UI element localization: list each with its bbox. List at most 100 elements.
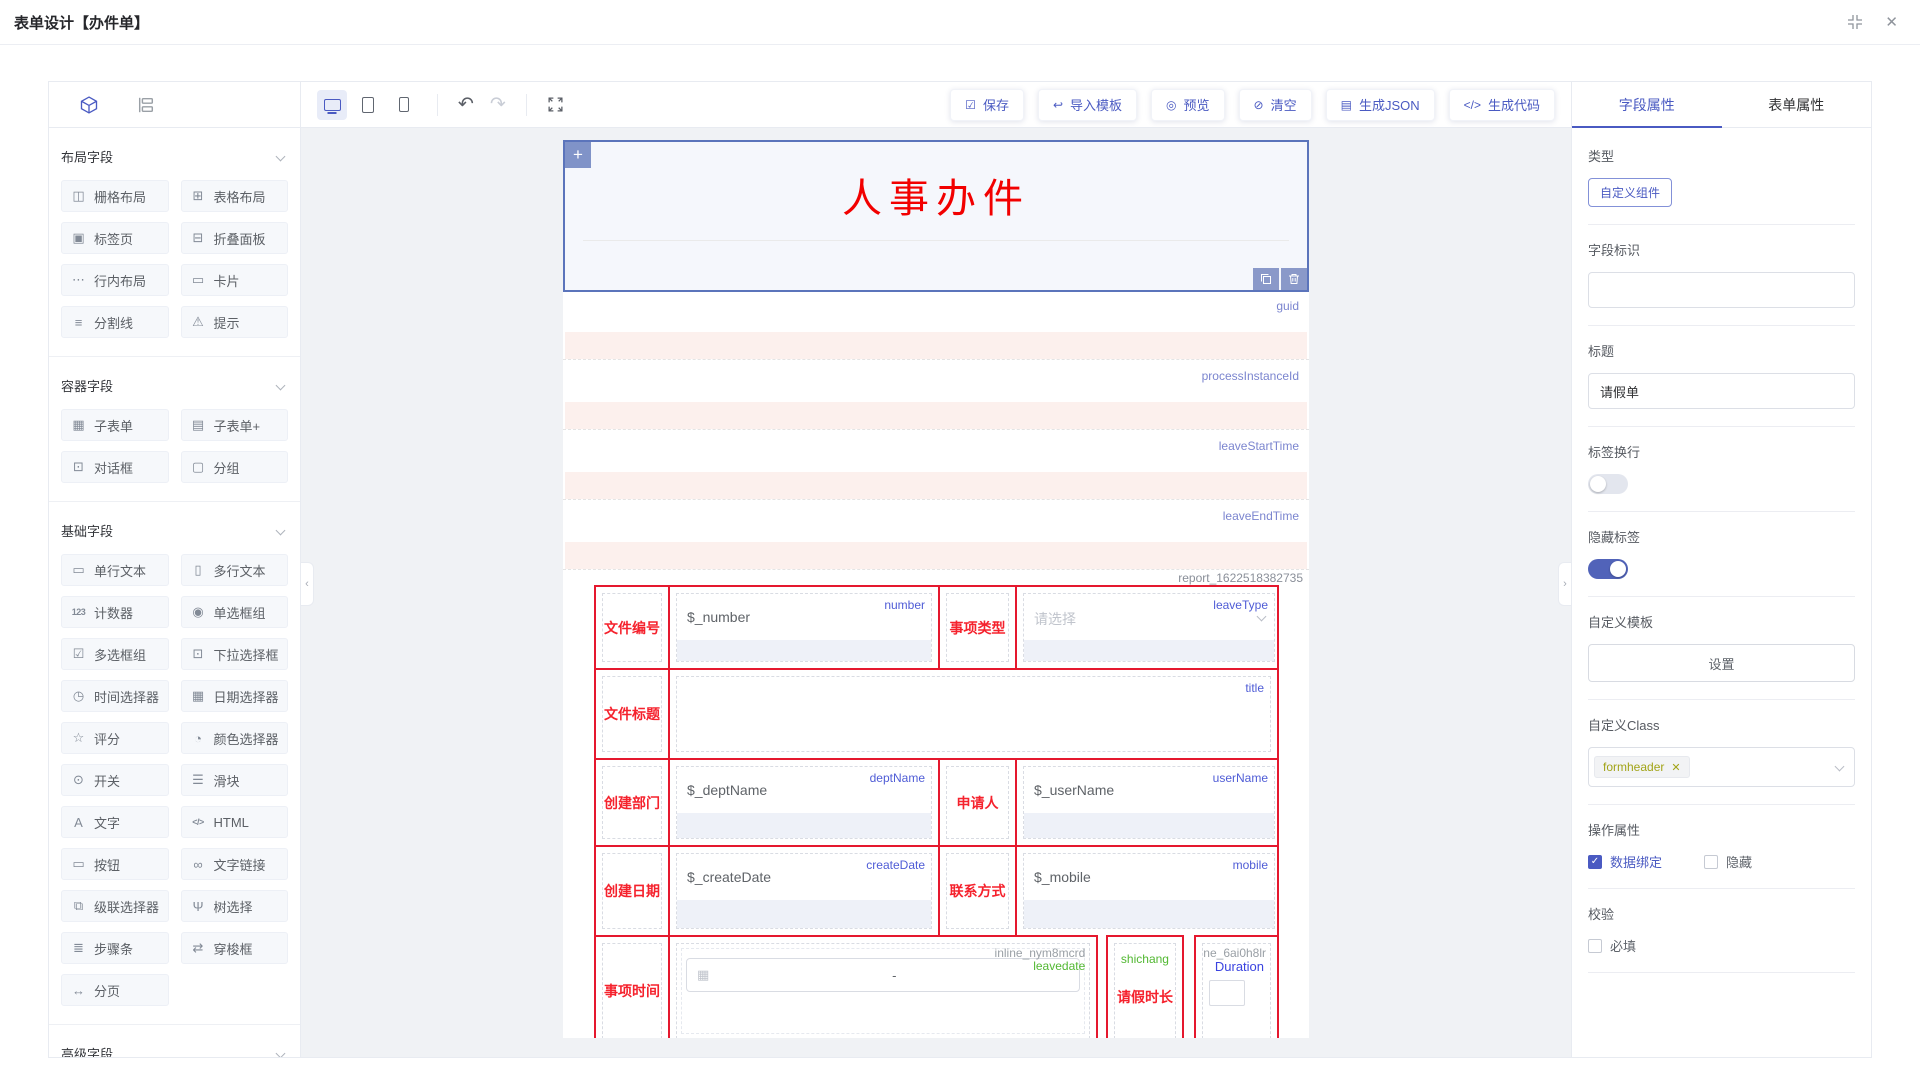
hide-label-toggle[interactable] (1588, 559, 1628, 579)
toolbar-button-保存[interactable]: ☑保存 (950, 89, 1024, 121)
hidden-field-processInstanceId[interactable]: processInstanceId (563, 362, 1309, 430)
hidden-field-leaveStartTime[interactable]: leaveStartTime (563, 432, 1309, 500)
palette-item-按钮[interactable]: ▭按钮 (61, 848, 169, 880)
palette-group-header[interactable]: 布局字段 (61, 140, 288, 172)
copy-component-icon[interactable] (1253, 268, 1279, 290)
hidden-field-input (565, 402, 1307, 429)
toolbar-separator (526, 94, 527, 116)
tab-field-properties[interactable]: 字段属性 (1572, 82, 1722, 127)
toolbar-button-icon: ↩ (1053, 98, 1063, 112)
table-layout[interactable]: 文件编号 $_number number 事项类型 请选择 leaveType (594, 585, 1279, 1038)
collapse-left-panel-handle[interactable]: ‹ (301, 562, 314, 606)
palette-item-icon: ≣ (70, 940, 87, 956)
bind-label: processInstanceId (563, 362, 1309, 402)
palette-item-分割线[interactable]: ≡分割线 (61, 306, 169, 338)
palette-group-header[interactable]: 容器字段 (61, 369, 288, 401)
hide-checkbox[interactable]: ✓ 隐藏 (1704, 852, 1752, 871)
date-range-field[interactable]: inline_nym8mcrd leavedate ▦ - (676, 943, 1090, 1038)
text-field[interactable]: $_userName userName (1023, 766, 1275, 839)
custom-class-select[interactable]: formheader ✕ (1588, 747, 1855, 787)
tab-form-properties[interactable]: 表单属性 (1722, 82, 1872, 127)
text-field[interactable]: $_number number (676, 593, 932, 662)
hidden-field-leaveEndTime[interactable]: leaveEndTime (563, 502, 1309, 570)
undo-icon[interactable]: ↶ (450, 95, 482, 114)
form-page[interactable]: + 人事办件 guidprocessInstanceId leaveStartTi… (563, 140, 1309, 1038)
palette-item-步骤条[interactable]: ≣步骤条 (61, 932, 169, 964)
selected-form-header-component[interactable]: + 人事办件 (563, 140, 1309, 292)
palette-item-子表单[interactable]: ▦子表单 (61, 409, 169, 441)
palette-item-多行文本[interactable]: ▯多行文本 (181, 554, 289, 586)
palette-item-单选框组[interactable]: ◉单选框组 (181, 596, 289, 628)
palette-item-穿梭框[interactable]: ⇄穿梭框 (181, 932, 289, 964)
palette-item-时间选择器[interactable]: ◷时间选择器 (61, 680, 169, 712)
device-phone-icon[interactable] (389, 90, 419, 120)
redo-icon[interactable]: ↷ (482, 95, 514, 114)
date-range-input[interactable]: ▦ - (686, 958, 1080, 992)
label-wrap-toggle[interactable] (1588, 474, 1628, 494)
collapse-right-panel-handle[interactable]: › (1558, 562, 1571, 606)
toolbar-button-生成JSON[interactable]: ▤生成JSON (1326, 89, 1435, 121)
required-checkbox[interactable]: ✓ 必填 (1588, 936, 1636, 955)
toolbar-button-预览[interactable]: ◎预览 (1151, 89, 1225, 121)
palette-item-评分[interactable]: ☆评分 (61, 722, 169, 754)
outline-tree-tab-icon[interactable] (137, 96, 155, 114)
custom-template-settings-button[interactable]: 设置 (1588, 644, 1855, 682)
duration-input[interactable] (1209, 980, 1245, 1006)
select-field[interactable]: 请选择 leaveType (1023, 593, 1275, 662)
palette-item-HTML[interactable]: </>HTML (181, 806, 289, 838)
palette-item-标签页[interactable]: ▣标签页 (61, 222, 169, 254)
palette-item-分组[interactable]: ▢分组 (181, 451, 289, 483)
delete-component-icon[interactable] (1281, 268, 1307, 290)
palette-item-子表单+[interactable]: ▤子表单+ (181, 409, 289, 441)
toolbar-button-生成代码[interactable]: </>生成代码 (1449, 89, 1555, 121)
toolbar-button-导入模板[interactable]: ↩导入模板 (1038, 89, 1137, 121)
device-tablet-icon[interactable] (353, 90, 383, 120)
palette-item-行内布局[interactable]: ⋯行内布局 (61, 264, 169, 296)
data-bind-checkbox[interactable]: ✓ 数据绑定 (1588, 852, 1662, 871)
palette-item-树选择[interactable]: Ψ树选择 (181, 890, 289, 922)
palette-item-卡片[interactable]: ▭卡片 (181, 264, 289, 296)
device-desktop-icon[interactable] (317, 90, 347, 120)
chevron-down-icon (276, 151, 286, 161)
palette-item-icon: A (70, 815, 87, 830)
text-field[interactable]: title (676, 676, 1271, 752)
palette-item-分页[interactable]: ↔分页 (61, 974, 169, 1006)
palette-item-计数器[interactable]: 123计数器 (61, 596, 169, 628)
palette-item-提示[interactable]: ⚠提示 (181, 306, 289, 338)
palette-item-表格布局[interactable]: ⊞表格布局 (181, 180, 289, 212)
palette-item-多选框组[interactable]: ☑多选框组 (61, 638, 169, 670)
text-field[interactable]: $_createDate createDate (676, 853, 932, 929)
field-id-label: 字段标识 (1588, 240, 1855, 259)
palette-item-开关[interactable]: ⊙开关 (61, 764, 169, 796)
move-handle-icon[interactable]: + (565, 142, 591, 168)
palette-item-单行文本[interactable]: ▭单行文本 (61, 554, 169, 586)
fullscreen-icon[interactable] (539, 96, 572, 113)
remove-tag-icon[interactable]: ✕ (1671, 761, 1680, 774)
palette-item-级联选择器[interactable]: ⧉级联选择器 (61, 890, 169, 922)
palette-item-文字链接[interactable]: ∞文字链接 (181, 848, 289, 880)
palette-group-header[interactable]: 高级字段 (61, 1037, 288, 1057)
text-field[interactable]: $_deptName deptName (676, 766, 932, 839)
close-icon[interactable]: ✕ (1885, 13, 1898, 31)
components-tab-cube-icon[interactable] (79, 95, 99, 115)
field-id-input[interactable] (1588, 272, 1855, 308)
hidden-field-guid[interactable]: guid (563, 292, 1309, 360)
palette-item-栅格布局[interactable]: ◫栅格布局 (61, 180, 169, 212)
checkbox-label: 数据绑定 (1610, 852, 1662, 871)
palette-item-颜色选择器[interactable]: ◔颜色选择器 (181, 722, 289, 754)
compress-window-icon[interactable] (1847, 14, 1863, 30)
palette-item-日期选择器[interactable]: ▦日期选择器 (181, 680, 289, 712)
checkbox-icon: ✓ (1704, 855, 1718, 869)
title-input[interactable] (1588, 373, 1855, 409)
palette-item-文字[interactable]: A文字 (61, 806, 169, 838)
duration-field[interactable]: ine_6ai0h8lr Duration (1202, 943, 1271, 1038)
text-field[interactable]: $_mobile mobile (1023, 853, 1275, 929)
palette-item-下拉选择框[interactable]: ⊡下拉选择框 (181, 638, 289, 670)
duration-label-cell[interactable]: shichang 请假时长 (1114, 943, 1175, 1038)
palette-item-折叠面板[interactable]: ⊟折叠面板 (181, 222, 289, 254)
palette-group-header[interactable]: 基础字段 (61, 514, 288, 546)
palette-item-对话框[interactable]: ⊡对话框 (61, 451, 169, 483)
palette-item-滑块[interactable]: ☰滑块 (181, 764, 289, 796)
palette-item-icon: ▤ (190, 417, 207, 433)
toolbar-button-清空[interactable]: ⊘清空 (1239, 89, 1312, 121)
